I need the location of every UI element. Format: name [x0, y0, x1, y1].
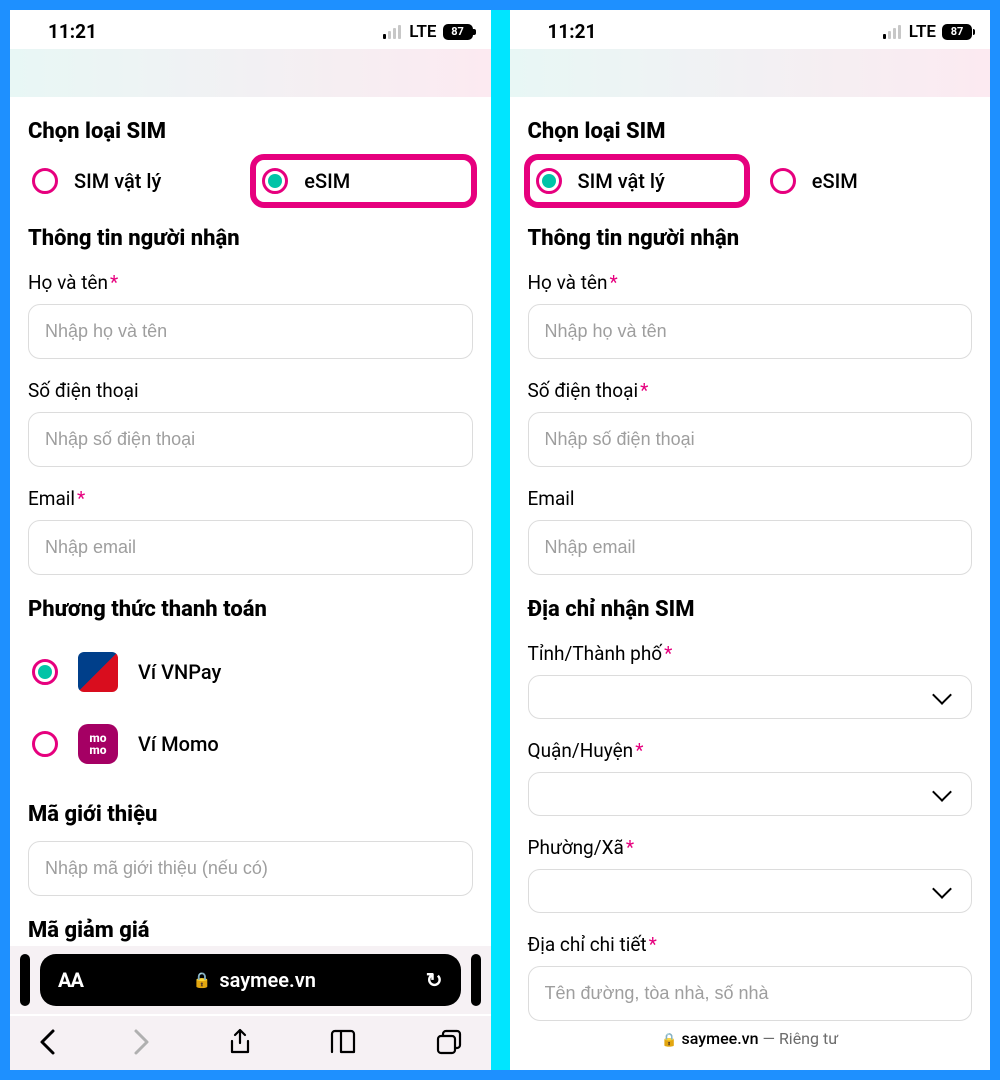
network-label: LTE	[409, 22, 436, 42]
name-label: Họ và tên*	[528, 271, 973, 294]
name-label: Họ và tên*	[28, 271, 473, 294]
sim-physical-label: SIM vật lý	[578, 169, 665, 193]
battery-icon: 87	[942, 24, 972, 40]
province-select[interactable]	[528, 675, 973, 719]
chevron-down-icon	[932, 685, 952, 705]
safari-toolbar	[10, 1016, 491, 1070]
district-label: Quận/Huyện*	[528, 739, 973, 762]
safari-minimized-bar[interactable]: 🔒 saymee.vn — Riêng tư	[510, 1021, 991, 1064]
radio-unchecked-icon	[32, 168, 58, 194]
url-text: saymee.vn	[682, 1029, 759, 1048]
vnpay-icon	[76, 650, 120, 694]
sim-section-title: Chọn loại SIM	[528, 119, 973, 144]
ward-select[interactable]	[528, 869, 973, 913]
email-label: Email	[528, 487, 973, 510]
radio-unchecked-icon	[770, 168, 796, 194]
district-select[interactable]	[528, 772, 973, 816]
safari-address-bar[interactable]: AA 🔒 saymee.vn ↻	[10, 946, 491, 1014]
signal-icon	[383, 25, 401, 39]
battery-icon: 87	[443, 24, 473, 40]
status-bar: 11:21 LTE 87	[510, 10, 991, 49]
url-box[interactable]: AA 🔒 saymee.vn ↻	[40, 954, 461, 1006]
sim-esim-label: eSIM	[812, 169, 858, 193]
payment-option-vnpay[interactable]: Ví VNPay	[28, 636, 473, 708]
name-input[interactable]	[28, 304, 473, 359]
share-icon[interactable]	[228, 1028, 252, 1056]
status-right: LTE 87	[883, 22, 972, 42]
chevron-down-icon	[932, 879, 952, 899]
vnpay-label: Ví VNPay	[138, 660, 221, 684]
bookmarks-icon[interactable]	[329, 1029, 357, 1055]
sim-esim-label: eSIM	[304, 169, 350, 193]
email-label: Email*	[28, 487, 473, 510]
url-text: saymee.vn	[219, 968, 316, 992]
network-label: LTE	[909, 22, 936, 42]
status-bar: 11:21 LTE 87	[10, 10, 491, 49]
forward-icon[interactable]	[133, 1028, 151, 1056]
lock-icon: 🔒	[661, 1033, 677, 1048]
phone-input[interactable]	[28, 412, 473, 467]
pill-edge	[20, 954, 30, 1006]
sim-option-physical[interactable]: SIM vật lý	[28, 158, 234, 204]
sim-physical-label: SIM vật lý	[74, 169, 161, 193]
email-input[interactable]	[528, 520, 973, 575]
back-icon[interactable]	[38, 1028, 56, 1056]
sim-option-esim[interactable]: eSIM	[766, 158, 972, 204]
address-section-title: Địa chỉ nhận SIM	[528, 597, 973, 622]
text-size-button[interactable]: AA	[58, 968, 83, 992]
chevron-down-icon	[932, 782, 952, 802]
name-input[interactable]	[528, 304, 973, 359]
referral-section-title: Mã giới thiệu	[28, 802, 473, 827]
radio-checked-icon	[32, 659, 58, 685]
sim-option-esim[interactable]: eSIM	[250, 154, 476, 208]
status-time: 11:21	[48, 20, 97, 43]
lock-icon: 🔒	[193, 971, 212, 989]
detail-address-label: Địa chỉ chi tiết*	[528, 933, 973, 956]
recipient-section-title: Thông tin người nhận	[528, 226, 973, 251]
radio-checked-icon	[536, 168, 562, 194]
header-banner	[510, 49, 991, 97]
radio-checked-icon	[262, 168, 288, 194]
header-banner	[10, 49, 491, 97]
detail-address-input[interactable]	[528, 966, 973, 1021]
momo-icon: momo	[76, 722, 120, 766]
phone-label: Số điện thoại	[28, 379, 473, 402]
status-time: 11:21	[548, 20, 597, 43]
recipient-section-title: Thông tin người nhận	[28, 226, 473, 251]
payment-section-title: Phương thức thanh toán	[28, 597, 473, 622]
phone-right: 11:21 LTE 87 Chọn loại SIM SIM vật lý eS…	[510, 10, 991, 1070]
phone-label: Số điện thoại*	[528, 379, 973, 402]
ward-label: Phường/Xã*	[528, 836, 973, 859]
referral-input[interactable]	[28, 841, 473, 896]
sim-option-physical[interactable]: SIM vật lý	[524, 154, 750, 208]
status-right: LTE 87	[383, 22, 472, 42]
tabs-icon[interactable]	[435, 1028, 463, 1056]
pill-edge	[471, 954, 481, 1006]
phone-input[interactable]	[528, 412, 973, 467]
province-label: Tỉnh/Thành phố*	[528, 642, 973, 665]
momo-label: Ví Momo	[138, 732, 219, 756]
payment-option-momo[interactable]: momo Ví Momo	[28, 708, 473, 780]
discount-section-title: Mã giảm giá	[28, 918, 473, 943]
reload-icon[interactable]: ↻	[426, 968, 443, 992]
phone-left: 11:21 LTE 87 Chọn loại SIM SIM vật lý eS…	[10, 10, 491, 1070]
private-label: Riêng tư	[779, 1029, 838, 1048]
signal-icon	[883, 25, 901, 39]
sim-section-title: Chọn loại SIM	[28, 119, 473, 144]
radio-unchecked-icon	[32, 731, 58, 757]
email-input[interactable]	[28, 520, 473, 575]
